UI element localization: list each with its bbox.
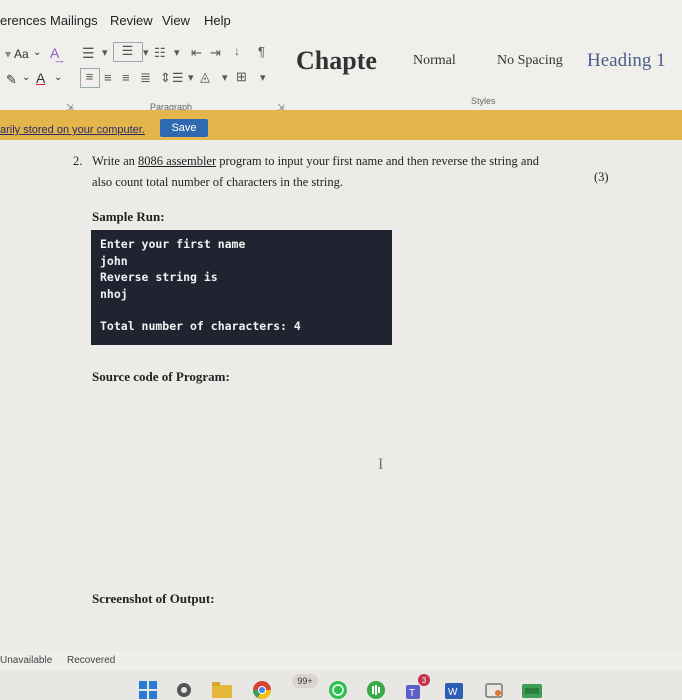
- console-line: nhoj: [100, 287, 128, 301]
- screenshot-output-heading: Screenshot of Output:: [92, 591, 215, 606]
- app-icon[interactable]: [522, 680, 542, 700]
- font-color-icon[interactable]: A: [36, 70, 45, 86]
- chevron-down-icon: ▾: [174, 47, 181, 59]
- console-output-image: Enter your first name john Reverse strin…: [91, 230, 392, 345]
- source-code-heading: Source code of Program:: [92, 369, 230, 384]
- console-line: john: [100, 254, 128, 268]
- status-availability[interactable]: Unavailable: [0, 655, 52, 666]
- question-text-before: Write an: [92, 154, 139, 168]
- file-explorer-icon[interactable]: [212, 680, 232, 700]
- question-marks: (3): [594, 170, 609, 184]
- console-line: Enter your first name: [100, 237, 246, 251]
- settings-icon[interactable]: [174, 680, 194, 700]
- tab-view[interactable]: View: [162, 13, 190, 28]
- chevron-down-icon: ▾: [188, 72, 195, 84]
- style-normal[interactable]: Normal: [413, 40, 456, 82]
- shading-icon[interactable]: ◬: [200, 69, 211, 85]
- snip-icon[interactable]: [484, 680, 504, 700]
- windows-icon[interactable]: [138, 680, 158, 700]
- chrome-icon[interactable]: [252, 680, 272, 700]
- text-cursor-icon: I: [378, 456, 384, 473]
- question-text-after: program to input your first name and the…: [216, 154, 539, 168]
- change-case-button[interactable]: Aa: [14, 47, 29, 61]
- clear-formatting-icon[interactable]: A͢: [50, 45, 59, 61]
- whatsapp-icon[interactable]: [328, 680, 348, 700]
- chevron-down-icon: ▾: [260, 72, 267, 84]
- question-link-text: 8086 assembler: [138, 154, 217, 168]
- sort-icon[interactable]: ↓: [234, 44, 241, 58]
- pilcrow-icon[interactable]: ¶: [258, 44, 266, 59]
- style-chapter[interactable]: Chapte: [296, 40, 377, 82]
- svg-text:W: W: [448, 687, 458, 698]
- bullets-icon[interactable]: ☰: [82, 45, 96, 62]
- increase-indent-icon[interactable]: ⇥: [210, 45, 222, 61]
- notification-badge: 99+: [292, 674, 318, 688]
- console-line: Total number of characters: 4: [100, 319, 301, 333]
- tab-help[interactable]: Help: [204, 13, 231, 28]
- justify-icon[interactable]: ≣: [140, 70, 152, 86]
- numbering-icon[interactable]: ☰: [113, 42, 143, 62]
- teams-badge: 3: [418, 674, 430, 686]
- borders-icon[interactable]: ⊞: [236, 69, 248, 85]
- word-icon[interactable]: W: [444, 680, 464, 700]
- question-number: 2.: [73, 154, 83, 168]
- question-line-2: also count total number of characters in…: [92, 175, 343, 189]
- style-heading-1[interactable]: Heading 1: [587, 40, 666, 82]
- multilevel-list-icon[interactable]: ☷: [154, 45, 167, 61]
- align-right-icon[interactable]: ≡: [122, 70, 131, 85]
- svg-text:T: T: [409, 688, 415, 699]
- save-button[interactable]: Save: [160, 119, 208, 137]
- chevron-down-icon: ▾: [143, 47, 150, 59]
- chevron-down-icon: ▾: [222, 72, 229, 84]
- question-line-1: Write an 8086 assembler program to input…: [92, 154, 539, 169]
- tab-review[interactable]: Review: [110, 13, 153, 28]
- dropdown-arrow-icon: ▾: [5, 47, 12, 61]
- chevron-down-icon: ⌄: [54, 72, 63, 83]
- group-label-styles: Styles: [471, 96, 496, 106]
- chevron-down-icon: ⌄: [33, 47, 42, 58]
- sample-run-heading: Sample Run:: [92, 209, 165, 224]
- audio-icon[interactable]: [366, 680, 386, 700]
- ribbon: erences Mailings Review View Help ▾ Aa ⌄…: [0, 0, 682, 112]
- line-spacing-icon[interactable]: ⇕☰: [160, 70, 185, 86]
- align-center-icon[interactable]: ≡: [104, 70, 113, 85]
- chevron-down-icon: ⌄: [22, 72, 31, 83]
- notification-text[interactable]: arily stored on your computer.: [0, 124, 145, 136]
- decrease-indent-icon[interactable]: ⇤: [191, 45, 203, 61]
- tab-mailings[interactable]: Mailings: [50, 13, 98, 28]
- chevron-down-icon: ▾: [102, 47, 109, 59]
- status-recovered[interactable]: Recovered: [67, 655, 115, 666]
- highlighter-icon[interactable]: ✎: [6, 72, 17, 88]
- tab-references[interactable]: erences: [0, 13, 46, 28]
- style-no-spacing[interactable]: No Spacing: [497, 40, 563, 82]
- align-left-icon[interactable]: ≡: [80, 68, 100, 88]
- console-line: Reverse string is: [100, 270, 218, 284]
